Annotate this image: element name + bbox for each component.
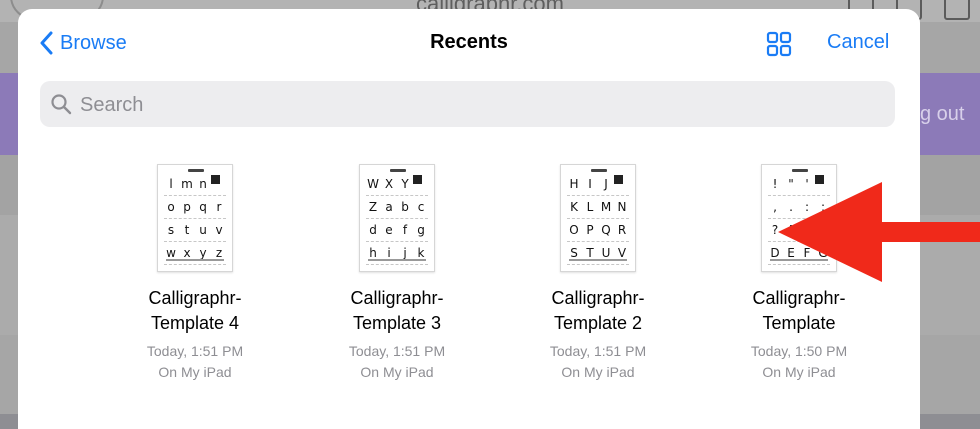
file-meta: Today, 1:50 PM On My iPad	[709, 341, 889, 383]
file-date: Today, 1:50 PM	[750, 343, 848, 359]
grid-view-icon[interactable]	[766, 31, 792, 57]
file-name: Calligraphr- Template	[752, 288, 846, 333]
file-meta: Today, 1:51 PM On My iPad	[105, 341, 285, 383]
file-name: Calligraphr- Template 4	[148, 288, 242, 333]
file-date: Today, 1:51 PM	[549, 343, 647, 359]
file-item[interactable]: HIJ KLMN OPQR STUV Calligraphr- Template …	[508, 164, 688, 383]
logout-link: g out	[920, 103, 965, 125]
nav-bar: Browse Recents Cancel	[18, 9, 920, 79]
file-thumbnail: lmn opqr stuv wxyz	[157, 164, 233, 272]
search-icon	[51, 94, 72, 115]
file-meta: Today, 1:51 PM On My iPad	[307, 341, 487, 383]
file-name: Calligraphr- Template 2	[551, 288, 645, 333]
file-meta: Today, 1:51 PM On My iPad	[508, 341, 688, 383]
cancel-button[interactable]: Cancel	[827, 31, 889, 54]
file-thumbnail: WXY Zabc defg hijk	[359, 164, 435, 272]
search-bar[interactable]	[40, 81, 895, 129]
browse-label: Browse	[60, 31, 127, 54]
file-item[interactable]: lmn opqr stuv wxyz Calligraphr- Template …	[105, 164, 285, 383]
browse-back-button[interactable]: Browse	[40, 31, 127, 55]
search-input[interactable]	[78, 81, 882, 129]
file-date: Today, 1:51 PM	[348, 343, 446, 359]
file-location: On My iPad	[561, 364, 635, 380]
file-date: Today, 1:51 PM	[146, 343, 244, 359]
file-location: On My iPad	[360, 364, 434, 380]
file-location: On My iPad	[762, 364, 836, 380]
file-item[interactable]: WXY Zabc defg hijk Calligraphr- Template …	[307, 164, 487, 383]
file-name: Calligraphr- Template 3	[350, 288, 444, 333]
red-arrow-icon	[778, 182, 980, 282]
chevron-left-icon	[40, 31, 53, 55]
file-location: On My iPad	[158, 364, 232, 380]
file-thumbnail: HIJ KLMN OPQR STUV	[560, 164, 636, 272]
